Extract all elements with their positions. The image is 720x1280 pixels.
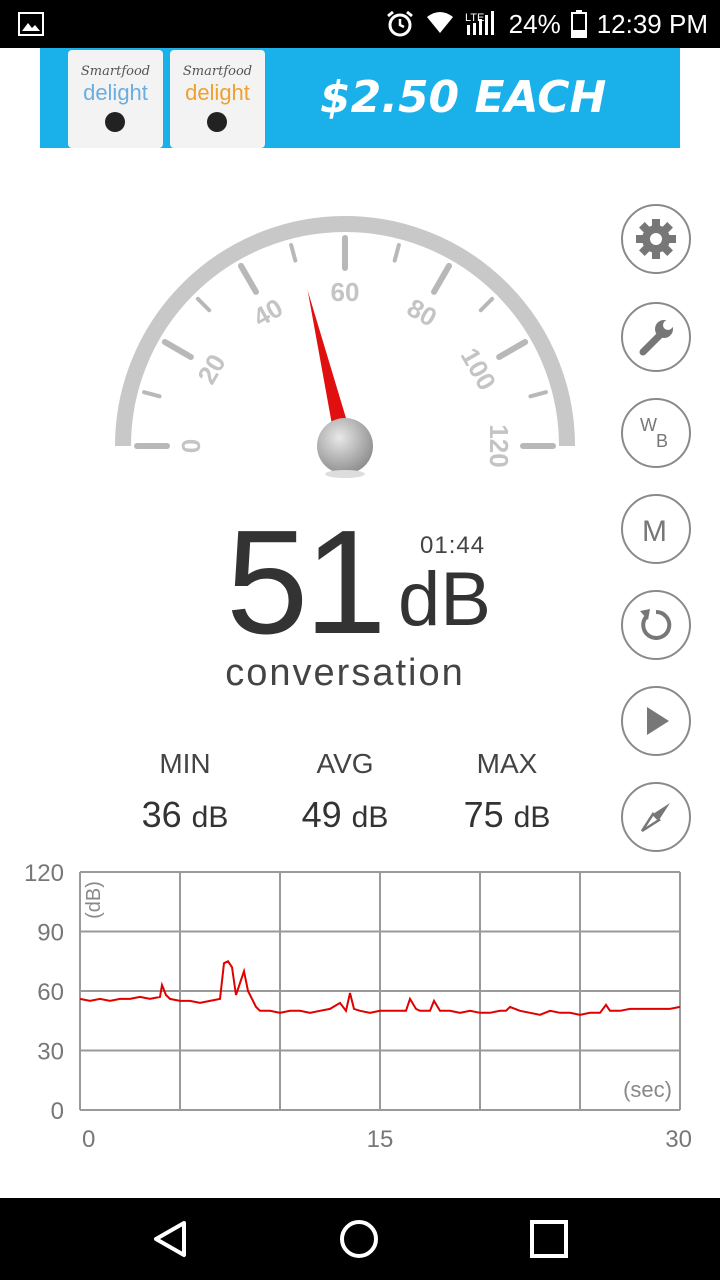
chart-y-axis-label: (dB) [83,881,105,919]
recents-square-icon[interactable] [525,1215,573,1263]
gauge-tick [289,243,298,263]
gauge-label: 20 [191,349,231,389]
chart-y-tick-label: 30 [37,1039,64,1066]
svg-text:W: W [640,415,657,435]
noise-description: conversation [225,652,465,694]
chart-y-ticks: 0 30 60 90 120 [24,860,64,1125]
back-triangle-icon[interactable] [146,1215,194,1263]
gauge-tick [142,390,162,399]
stat-avg-value: 49 [301,794,342,835]
wifi-icon [426,12,453,33]
battery-percent: 24% [508,8,561,39]
reading-panel: 51 01:44 dB conversation [0,500,720,700]
wrench-icon [639,320,673,356]
play-button[interactable] [621,686,691,756]
sound-gauge: 0 20 40 60 80 100 120 [115,216,575,478]
m-icon: M [642,515,667,548]
chart-x-ticks: 0 15 30 [82,1126,692,1153]
gauge-tick [478,296,495,313]
stat-min-unit: dB [191,801,229,834]
refresh-icon [640,609,672,640]
status-bar: LTE 24% 12:39 PM [0,0,720,48]
stat-max-unit: dB [513,801,551,834]
tools-button[interactable] [621,302,691,372]
gauge-label: 100 [455,343,503,396]
chart-grid [79,871,681,1111]
svg-text:B: B [656,431,668,451]
white-balance-button[interactable]: W B [621,398,691,468]
chart-x-tick-label: 0 [82,1126,95,1153]
gauge-tick [431,262,452,295]
current-db-unit: dB [398,557,491,642]
compass-button[interactable] [621,782,691,852]
wb-icon: W B [640,415,668,451]
menu-m-button[interactable]: M [621,494,691,564]
gauge-label: 60 [331,277,360,307]
gauge-label: 120 [484,424,514,467]
chart-y-tick-label: 120 [24,860,64,887]
sound-level-chart: 0 30 60 90 120 0 15 30 (dB) (sec) [24,860,692,1153]
svg-text:M: M [642,515,667,548]
chart-y-tick-label: 60 [37,979,64,1006]
alarm-icon [386,10,413,37]
gauge-label: 40 [248,292,288,332]
stat-max: MAX 75 dB [437,748,577,836]
chart-y-tick-label: 90 [37,920,64,947]
ad-price: $2.50 EACH [320,72,607,123]
chart-y-tick-label: 0 [51,1098,64,1125]
stat-min-label: MIN [159,748,211,779]
gallery-notification-icon [18,12,44,36]
gauge-tick [238,262,259,295]
product-bag: Smartfood delight [170,50,265,148]
stat-min: MIN 36 dB [115,748,255,836]
product-bag: Smartfood delight [68,50,163,148]
stat-avg-label: AVG [316,748,374,779]
gauge-label: 0 [176,439,206,453]
play-icon [647,707,669,735]
lte-signal-icon: LTE [465,11,494,35]
navigation-bar [0,1198,720,1280]
gauge-tick [528,390,548,399]
gauge-tick [392,243,401,263]
chart-x-tick-label: 15 [367,1126,394,1153]
ad-banner[interactable]: Smartfood delight Smartfood delight $2.5… [40,48,680,148]
stat-min-value: 36 [141,794,182,835]
clock: 12:39 PM [596,8,708,39]
battery-icon [570,10,587,38]
stat-avg: AVG 49 dB [275,748,415,836]
gauge-label: 80 [402,292,442,332]
reset-button[interactable] [621,590,691,660]
gauge-tick [161,339,194,360]
stat-max-value: 75 [463,794,504,835]
gauge-knob [317,418,373,474]
gear-icon [636,219,676,259]
gauge-tick [496,339,529,360]
stat-max-label: MAX [476,748,538,779]
current-db-value: 51 [226,500,387,665]
chart-x-tick-label: 30 [665,1126,692,1153]
chart-x-axis-label: (sec) [623,1077,672,1102]
compass-icon [640,803,670,833]
settings-button[interactable] [621,204,691,274]
home-circle-icon[interactable] [335,1215,383,1263]
stat-avg-unit: dB [351,801,389,834]
gauge-tick [195,296,212,313]
